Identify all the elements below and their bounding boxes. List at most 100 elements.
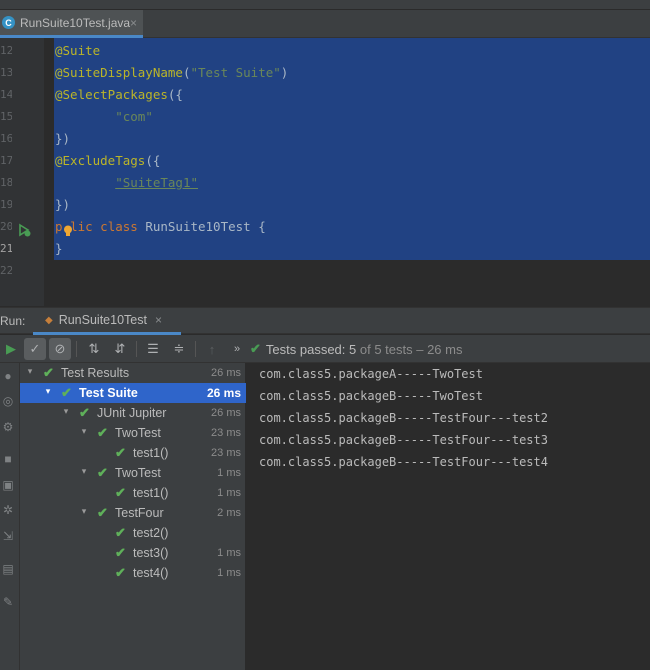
settings-icon[interactable]: ⚙: [1, 420, 15, 434]
console-line: com.class5.packageB-----TestFour---test3: [259, 433, 548, 447]
code-line[interactable]: 13 @SuiteDisplayName("Test Suite"): [0, 62, 650, 84]
passed-check-icon: ✔: [43, 365, 54, 380]
test-duration: 23 ms: [211, 427, 241, 439]
run-test-gutter-icon[interactable]: [17, 223, 31, 237]
run-config-icon: ◆: [45, 314, 53, 326]
passed-check-icon: ✔: [115, 565, 126, 580]
expand-all-icon[interactable]: ☰: [142, 338, 164, 360]
test-results-tree[interactable]: ▾ ✔ Test Results 26 ms ▾ ✔ Test Suite 26 ms ▾ ✔ JU…: [20, 363, 246, 670]
code-line[interactable]: 19}): [0, 194, 650, 216]
test-tree-node[interactable]: ▾ ✔ Test Results 26 ms: [20, 363, 246, 383]
console-line: com.class5.packageB-----TestFour---test4: [259, 455, 548, 469]
code-token: @Suite: [55, 43, 101, 58]
test-tree-node[interactable]: ▾ ✔ TwoTest 23 ms: [20, 423, 246, 443]
pin-icon[interactable]: ✎: [1, 595, 15, 609]
sort-by-duration-icon[interactable]: ⇵: [109, 338, 131, 360]
collapse-all-icon[interactable]: ≑: [168, 338, 190, 360]
import-icon[interactable]: ⇲: [1, 529, 15, 543]
code-line[interactable]: 16}): [0, 128, 650, 150]
navigation-bar: [0, 0, 650, 10]
test-tree-node[interactable]: ✔ test3() 1 ms: [20, 543, 246, 563]
test-runner-toolbar: ▶ ✓ ⊘ ⇅ ⇵ ☰ ≑ ↑ » ✔ Tests passed: 5 of 5…: [0, 335, 650, 363]
test-name: test1(): [133, 486, 169, 500]
test-name: TestFour: [115, 506, 164, 520]
test-name: test3(): [133, 546, 169, 560]
test-status: ✔ Tests passed: 5 of 5 tests – 26 ms: [250, 341, 462, 357]
code-line[interactable]: 15 "com": [0, 106, 650, 128]
line-number: 12: [0, 44, 12, 57]
gear-icon[interactable]: ✲: [1, 503, 15, 517]
line-number: 13: [0, 66, 12, 79]
lightbulb-icon[interactable]: [63, 225, 73, 238]
chevron-down-icon[interactable]: ▾: [79, 506, 89, 517]
chevron-down-icon[interactable]: ▾: [79, 426, 89, 437]
chevron-down-icon[interactable]: ▾: [79, 466, 89, 477]
console-line: com.class5.packageB-----TwoTest: [259, 389, 483, 403]
passed-check-icon: ✔: [115, 545, 126, 560]
code-text: p lic class RunSuite10Test {: [55, 216, 266, 238]
stop-square-icon[interactable]: ■: [1, 452, 15, 466]
test-duration: 2 ms: [217, 507, 241, 519]
code-line[interactable]: 22: [0, 260, 650, 282]
test-tree-node[interactable]: ✔ test1() 1 ms: [20, 483, 246, 503]
close-icon[interactable]: ×: [130, 16, 137, 30]
more-actions-icon[interactable]: »: [226, 338, 248, 360]
test-duration: 1 ms: [217, 567, 241, 579]
code-line[interactable]: 18 "SuiteTag1": [0, 172, 650, 194]
code-text: }): [55, 194, 70, 216]
test-duration: 23 ms: [211, 447, 241, 459]
test-tree-node[interactable]: ▾ ✔ TwoTest 1 ms: [20, 463, 246, 483]
code-token: "SuiteTag1": [115, 175, 199, 190]
line-number: 14: [0, 88, 12, 101]
line-number: 18: [0, 176, 12, 189]
run-tab[interactable]: ◆ RunSuite10Test ×: [33, 308, 181, 335]
console-output[interactable]: com.class5.packageA-----TwoTest com.class…: [247, 363, 650, 670]
layout-icon[interactable]: ▤: [1, 562, 15, 576]
previous-failed-icon[interactable]: ↑: [201, 338, 223, 360]
java-class-icon: C: [2, 16, 15, 29]
test-name: JUnit Jupiter: [97, 406, 167, 420]
code-line[interactable]: 20 p lic class RunSuite10Test {: [0, 216, 650, 238]
chevron-down-icon[interactable]: ▾: [25, 366, 35, 377]
code-editor[interactable]: 12 @Suite 13 @SuiteDisplayName("Test Suite"…: [0, 38, 650, 306]
chevron-down-icon[interactable]: ▾: [43, 386, 53, 397]
test-tree-node[interactable]: ▾ ✔ Test Suite 26 ms: [20, 383, 246, 403]
show-passed-toggle[interactable]: ✓: [24, 338, 46, 360]
editor-tab-label: RunSuite10Test.java: [20, 15, 131, 30]
test-tree-node[interactable]: ✔ test4() 1 ms: [20, 563, 246, 583]
code-text: "SuiteTag1": [55, 172, 198, 194]
close-icon[interactable]: ×: [155, 313, 162, 327]
test-tree-node[interactable]: ✔ test1() 23 ms: [20, 443, 246, 463]
test-tree-node[interactable]: ✔ test2(): [20, 523, 246, 543]
line-number: 17: [0, 154, 12, 167]
code-line[interactable]: 12 @Suite: [0, 40, 650, 62]
code-text: "com": [55, 106, 153, 128]
sort-alphabetically-icon[interactable]: ⇅: [83, 338, 105, 360]
editor-tab-bar: C RunSuite10Test.java ×: [0, 10, 650, 38]
test-tree-node[interactable]: ▾ ✔ TestFour 2 ms: [20, 503, 246, 523]
editor-tab-runsuite10test[interactable]: C RunSuite10Test.java ×: [0, 10, 143, 38]
code-text: @ExcludeTags({: [55, 150, 160, 172]
code-text: }: [55, 238, 63, 260]
toolbar-separator: [136, 341, 137, 357]
line-number: 20: [0, 220, 12, 233]
stop-icon[interactable]: ●: [1, 369, 15, 383]
rerun-icon[interactable]: ▶: [0, 338, 22, 360]
code-line[interactable]: 14 @SelectPackages({: [0, 84, 650, 106]
code-token: "com": [115, 109, 153, 124]
test-name: Test Results: [61, 366, 130, 380]
camera-icon[interactable]: ◎: [1, 394, 15, 408]
line-number: 15: [0, 110, 12, 123]
passed-check-icon: ✔: [97, 465, 108, 480]
test-tree-node[interactable]: ▾ ✔ JUnit Jupiter 26 ms: [20, 403, 246, 423]
toolbar-separator: [195, 341, 196, 357]
code-line[interactable]: 21}: [0, 238, 650, 260]
chevron-down-icon[interactable]: ▾: [61, 406, 71, 417]
code-token: }: [55, 241, 63, 256]
code-token: }): [55, 131, 71, 146]
code-line[interactable]: 17 @ExcludeTags({: [0, 150, 650, 172]
test-name: TwoTest: [115, 466, 161, 480]
screenshot-icon[interactable]: ▣: [1, 478, 15, 492]
code-token: @SuiteDisplayName: [55, 65, 183, 80]
show-ignored-toggle[interactable]: ⊘: [49, 338, 71, 360]
